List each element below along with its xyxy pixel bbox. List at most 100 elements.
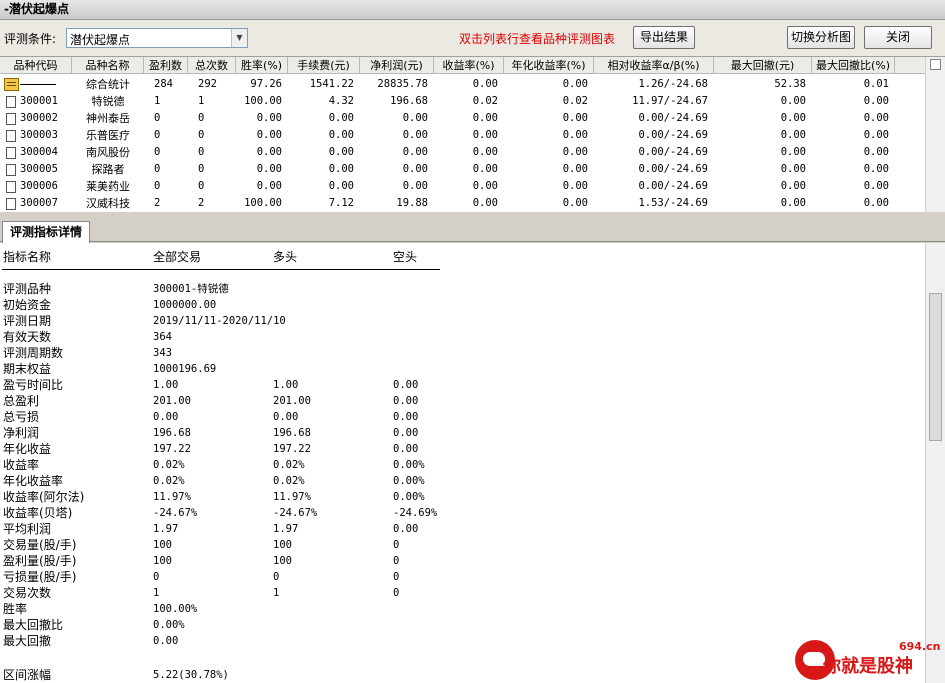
column-header[interactable]: 品种代码	[0, 57, 72, 74]
detail-label: 初始资金	[3, 298, 52, 312]
table-row[interactable]: 300003 乐普医疗 0 0 0.00 0.00 0.00 0.00 0.00 0.00/-24…	[0, 127, 925, 144]
detail-long: 196.68	[273, 427, 311, 439]
window-title: -潜伏起爆点	[0, 0, 945, 20]
cell-ab: 0.00/-24.69	[638, 112, 708, 124]
cell-maxdd: 0.00	[780, 129, 806, 141]
column-header[interactable]: 最大回撤比(%)	[812, 57, 895, 74]
condition-select[interactable]: 潜伏起爆点 ▼	[66, 28, 248, 48]
detail-long: 1	[273, 587, 280, 599]
cell-maxdd: 0.00	[780, 197, 806, 209]
table-row[interactable]: 300002 神州泰岳 0 0 0.00 0.00 0.00 0.00 0.00 0.00/-24…	[0, 110, 925, 127]
detail-all: 201.00	[153, 395, 191, 407]
cell-ret: 0.00	[472, 197, 498, 209]
detail-long: 197.22	[273, 443, 311, 455]
document-icon	[6, 113, 16, 125]
cell-annual: 0.02	[562, 95, 588, 107]
cell-name: 特锐德	[91, 95, 125, 108]
cell-ab: 1.53/-24.69	[638, 197, 708, 209]
summary-row[interactable]: 综合统计 284 292 97.26 1541.22 28835.78 0.00 0.00 1.…	[0, 76, 925, 93]
detail-all: 100	[153, 539, 172, 551]
table-row[interactable]: 300005 探路者 0 0 0.00 0.00 0.00 0.00 0.00 0.00/-24.…	[0, 161, 925, 178]
cell-code: 300007	[20, 197, 58, 209]
detail-row: 最大回撤 0.00	[0, 633, 600, 649]
column-header[interactable]: 年化收益率(%)	[504, 57, 594, 74]
table-row[interactable]: 300007 汉威科技 2 2 100.00 7.12 19.88 0.00 0.00 1.53/…	[0, 195, 925, 212]
column-header[interactable]: 收益率(%)	[434, 57, 504, 74]
detail-short: 0.00%	[393, 491, 425, 503]
detail-long: 0	[273, 571, 280, 583]
detail-row	[0, 649, 600, 665]
checkbox-icon[interactable]	[930, 59, 941, 70]
table-row[interactable]: 300006 莱美药业 0 0 0.00 0.00 0.00 0.00 0.00 0.00/-24…	[0, 178, 925, 195]
cell-win: 2	[154, 197, 161, 209]
detail-long: 100	[273, 555, 292, 567]
table-header: 品种代码 品种名称 盈利数 总次数 胜率(%) 手续费(元) 净利润(元) 收益率(%) 年化收…	[0, 57, 925, 74]
cell-maxdd: 0.00	[780, 163, 806, 175]
cell-ab: 0.00/-24.69	[638, 129, 708, 141]
detail-all: 5.22(30.78%)	[153, 669, 229, 681]
detail-short: -24.69%	[393, 507, 438, 519]
cell-name: 汉威科技	[86, 197, 130, 210]
close-button[interactable]: 关闭	[864, 26, 932, 49]
cell-code: 300004	[20, 146, 58, 158]
cell-fee: 7.12	[328, 197, 354, 209]
splitter[interactable]	[0, 212, 945, 220]
table-row[interactable]: 300004 南风股份 0 0 0.00 0.00 0.00 0.00 0.00 0.00/-24…	[0, 144, 925, 161]
column-header[interactable]: 手续费(元)	[288, 57, 360, 74]
detail-header-name: 指标名称	[3, 250, 52, 264]
table-scrollbar[interactable]	[925, 57, 945, 213]
export-button[interactable]: 导出结果	[633, 26, 695, 49]
cell-fee: 4.32	[328, 95, 354, 107]
detail-row: 收益率(贝塔) -24.67% -24.67% -24.69%	[0, 505, 600, 521]
detail-label: 最大回撤比	[3, 618, 64, 632]
detail-all: 1.97	[153, 523, 179, 535]
detail-all: 364	[153, 331, 172, 343]
cell-annual: 0.00	[562, 197, 588, 209]
column-header[interactable]: 最大回撤(元)	[714, 57, 812, 74]
detail-label: 总亏损	[3, 410, 40, 424]
detail-label: 收益率(贝塔)	[3, 506, 73, 520]
detail-short: 0.00%	[393, 475, 425, 487]
detail-all: -24.67%	[153, 507, 198, 519]
cell-ddratio: 0.00	[863, 95, 889, 107]
table-row[interactable]: 300001 特锐德 1 1 100.00 4.32 196.68 0.02 0.02 11.97…	[0, 93, 925, 110]
summary-dash	[20, 84, 56, 85]
cell-win: 0	[154, 180, 161, 192]
detail-label: 收益率(阿尔法)	[3, 490, 85, 504]
detail-all: 100	[153, 555, 172, 567]
chevron-down-icon[interactable]: ▼	[231, 29, 247, 47]
column-header[interactable]: 相对收益率α/β(%)	[594, 57, 714, 74]
tab-detail[interactable]: 评测指标详情	[2, 221, 90, 243]
cell-ret: 0.00	[472, 129, 498, 141]
detail-label: 净利润	[3, 426, 40, 440]
cell-ab: 1.26/-24.68	[638, 78, 708, 90]
detail-row: 最大回撤比 0.00%	[0, 617, 600, 633]
detail-short: 0.00	[393, 411, 419, 423]
detail-label: 总盈利	[3, 394, 40, 408]
detail-label: 交易量(股/手)	[3, 538, 77, 552]
column-header[interactable]: 总次数	[188, 57, 236, 74]
column-header[interactable]: 盈利数	[144, 57, 188, 74]
document-icon	[6, 96, 16, 108]
detail-row: 年化收益率 0.02% 0.02% 0.00%	[0, 473, 600, 489]
cell-ddratio: 0.00	[863, 197, 889, 209]
column-header[interactable]: 胜率(%)	[236, 57, 288, 74]
document-icon	[6, 147, 16, 159]
detail-all: 343	[153, 347, 172, 359]
column-header[interactable]: 品种名称	[72, 57, 144, 74]
cell-win: 0	[154, 129, 161, 141]
detail-tabstrip: 评测指标详情	[0, 220, 945, 243]
detail-row: 交易量(股/手) 100 100 0	[0, 537, 600, 553]
switch-chart-button[interactable]: 切换分析图	[787, 26, 855, 49]
document-icon	[6, 130, 16, 142]
column-header[interactable]: 净利润(元)	[360, 57, 434, 74]
detail-scrollbar[interactable]	[925, 243, 945, 683]
cell-name: 神州泰岳	[86, 112, 130, 125]
cell-winrate: 0.00	[256, 146, 282, 158]
detail-label: 评测品种	[3, 282, 52, 296]
cell-code: 300001	[20, 95, 58, 107]
scrollbar-thumb[interactable]	[929, 293, 942, 441]
cell-ret: 0.00	[472, 180, 498, 192]
document-icon	[6, 198, 16, 210]
cell-total: 0	[198, 146, 205, 158]
